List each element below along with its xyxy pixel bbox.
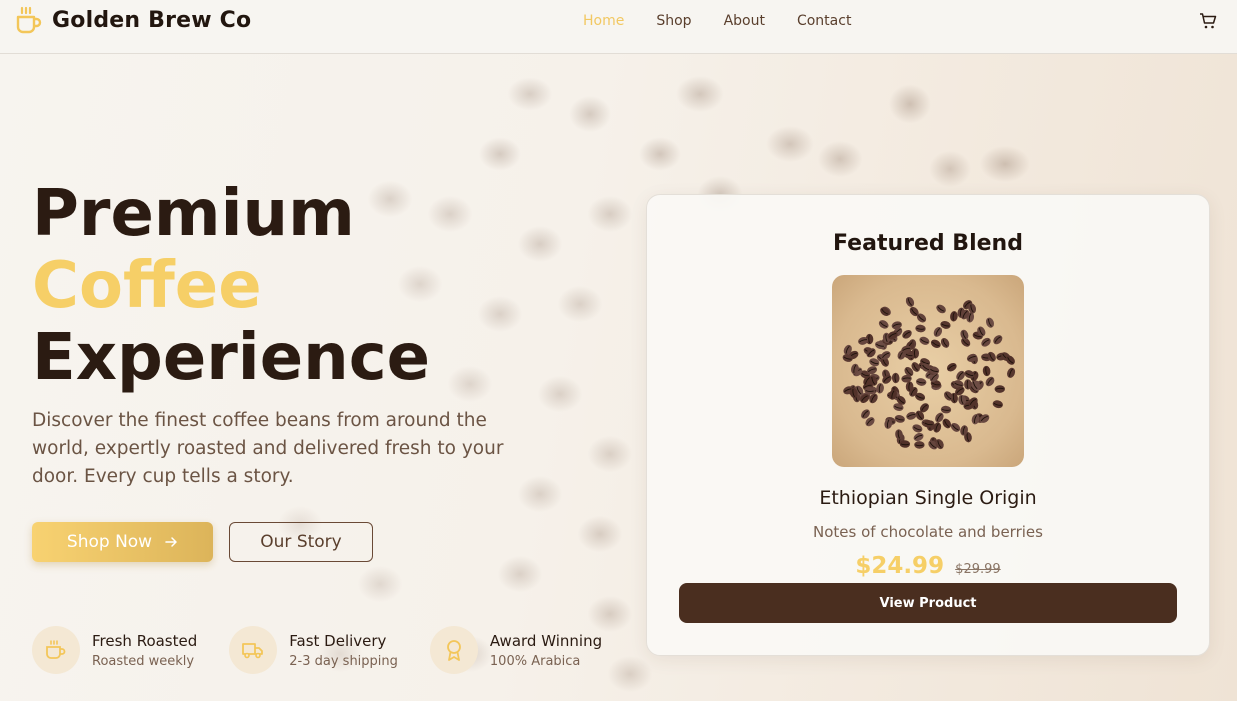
coffee-cup-icon bbox=[46, 640, 66, 659]
hero-title-line2: Coffee bbox=[32, 249, 262, 323]
site-header: Golden Brew Co Home Shop About Contact bbox=[0, 0, 1237, 54]
feature-fresh-roasted: Fresh Roasted Roasted weekly bbox=[32, 626, 197, 674]
feature-subtitle: 100% Arabica bbox=[489, 653, 581, 669]
feature-title: Fast Delivery bbox=[289, 631, 387, 650]
hero-description: Discover the finest coffee beans from ar… bbox=[32, 410, 504, 487]
shop-now-button[interactable]: Shop Now bbox=[32, 522, 213, 562]
featured-product-card: Featured Blend Ethiopian Single Origin N… bbox=[646, 194, 1210, 656]
feature-list: Fresh Roasted Roasted weekly Fast Delive… bbox=[32, 626, 634, 674]
nav-home[interactable]: Home bbox=[583, 13, 624, 29]
feature-award-winning: Award Winning 100% Arabica bbox=[429, 626, 603, 674]
main-nav: Home Shop About Contact bbox=[583, 13, 883, 29]
product-name: Ethiopian Single Origin bbox=[819, 487, 1037, 509]
nav-contact[interactable]: Contact bbox=[797, 13, 851, 29]
feature-subtitle: 2-3 day shipping bbox=[289, 653, 398, 669]
coffee-beans-image bbox=[842, 296, 1016, 450]
feature-icon-wrap bbox=[229, 626, 278, 674]
feature-icon-wrap bbox=[32, 626, 80, 674]
feature-subtitle: Roasted weekly bbox=[92, 653, 195, 669]
product-image[interactable] bbox=[832, 275, 1024, 467]
product-price: $24.99 $29.99 bbox=[647, 553, 1209, 579]
original-price: $29.99 bbox=[955, 562, 1001, 577]
hero-title-line1: Premium bbox=[32, 177, 355, 251]
award-icon bbox=[447, 640, 461, 661]
shopping-cart-icon[interactable] bbox=[1199, 12, 1217, 30]
hero-title-line3: Experience bbox=[32, 321, 431, 395]
view-product-button[interactable]: View Product bbox=[679, 583, 1177, 623]
truck-icon bbox=[242, 643, 264, 659]
featured-heading: Featured Blend bbox=[833, 231, 1023, 256]
brand-logo[interactable]: Golden Brew Co bbox=[14, 5, 251, 35]
hero-title: Premium Coffee Experience bbox=[32, 178, 430, 394]
nav-about[interactable]: About bbox=[724, 13, 765, 29]
product-notes: Notes of chocolate and berries bbox=[813, 523, 1043, 541]
brand-name: Golden Brew Co bbox=[52, 7, 252, 33]
our-story-button[interactable]: Our Story bbox=[229, 522, 373, 562]
feature-fast-delivery: Fast Delivery 2-3 day shipping bbox=[229, 626, 398, 674]
coffee-cup-icon bbox=[16, 6, 42, 34]
shop-now-label: Shop Now bbox=[66, 532, 153, 552]
feature-icon-wrap bbox=[429, 626, 478, 674]
feature-title: Award Winning bbox=[489, 631, 603, 650]
feature-title: Fresh Roasted bbox=[92, 631, 198, 650]
nav-shop[interactable]: Shop bbox=[656, 13, 691, 29]
current-price: $24.99 bbox=[855, 553, 945, 579]
arrow-right-icon bbox=[165, 537, 177, 547]
